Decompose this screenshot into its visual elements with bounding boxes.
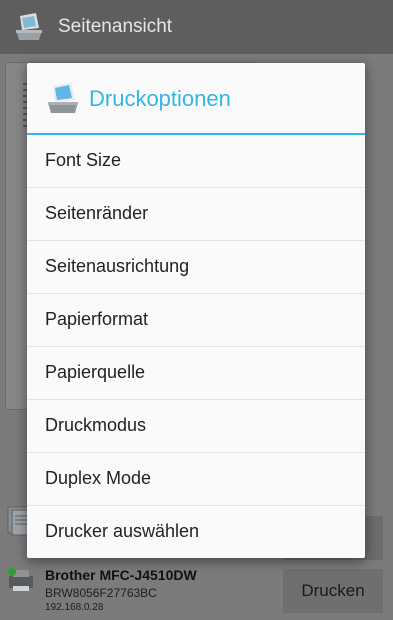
menu-item-label: Papierformat [45,309,149,329]
dialog-header: Druckoptionen [27,63,365,135]
menu-item-orientation[interactable]: Seitenausrichtung [27,241,365,294]
menu-item-label: Seitenränder [45,203,149,223]
menu-item-margins[interactable]: Seitenränder [27,188,365,241]
menu-item-paper-size[interactable]: Papierformat [27,294,365,347]
options-menu: Font Size Seitenränder Seitenausrichtung… [27,135,365,558]
page-title: Seitenansicht [58,16,173,37]
menu-item-duplex-mode[interactable]: Duplex Mode [27,453,365,506]
menu-item-label: Duplex Mode [45,468,152,488]
print-button[interactable]: Drucken [283,569,383,613]
printer-app-icon [48,82,78,113]
app-bar: Seitenansicht [0,0,393,54]
menu-item-label: Seitenausrichtung [45,256,190,276]
printer-id: BRW8056F27763BC [45,586,157,600]
printer-name: Brother MFC-J4510DW [45,567,197,583]
menu-item-label: Font Size [45,150,122,170]
menu-item-label: Drucker auswählen [45,521,200,541]
menu-item-paper-source[interactable]: Papierquelle [27,347,365,400]
printer-ip: 192.168.0.28 [45,602,104,613]
printer-icon [8,568,33,591]
menu-item-label: Druckmodus [45,415,147,435]
print-options-dialog: Druckoptionen Font Size Seitenränder Sei… [27,63,365,558]
menu-item-print-mode[interactable]: Druckmodus [27,400,365,453]
menu-item-label: Papierquelle [45,362,146,382]
dialog-title: Druckoptionen [89,86,231,111]
menu-item-font-size[interactable]: Font Size [27,135,365,188]
menu-item-select-printer[interactable]: Drucker auswählen [27,506,365,558]
printer-app-icon [16,13,42,40]
